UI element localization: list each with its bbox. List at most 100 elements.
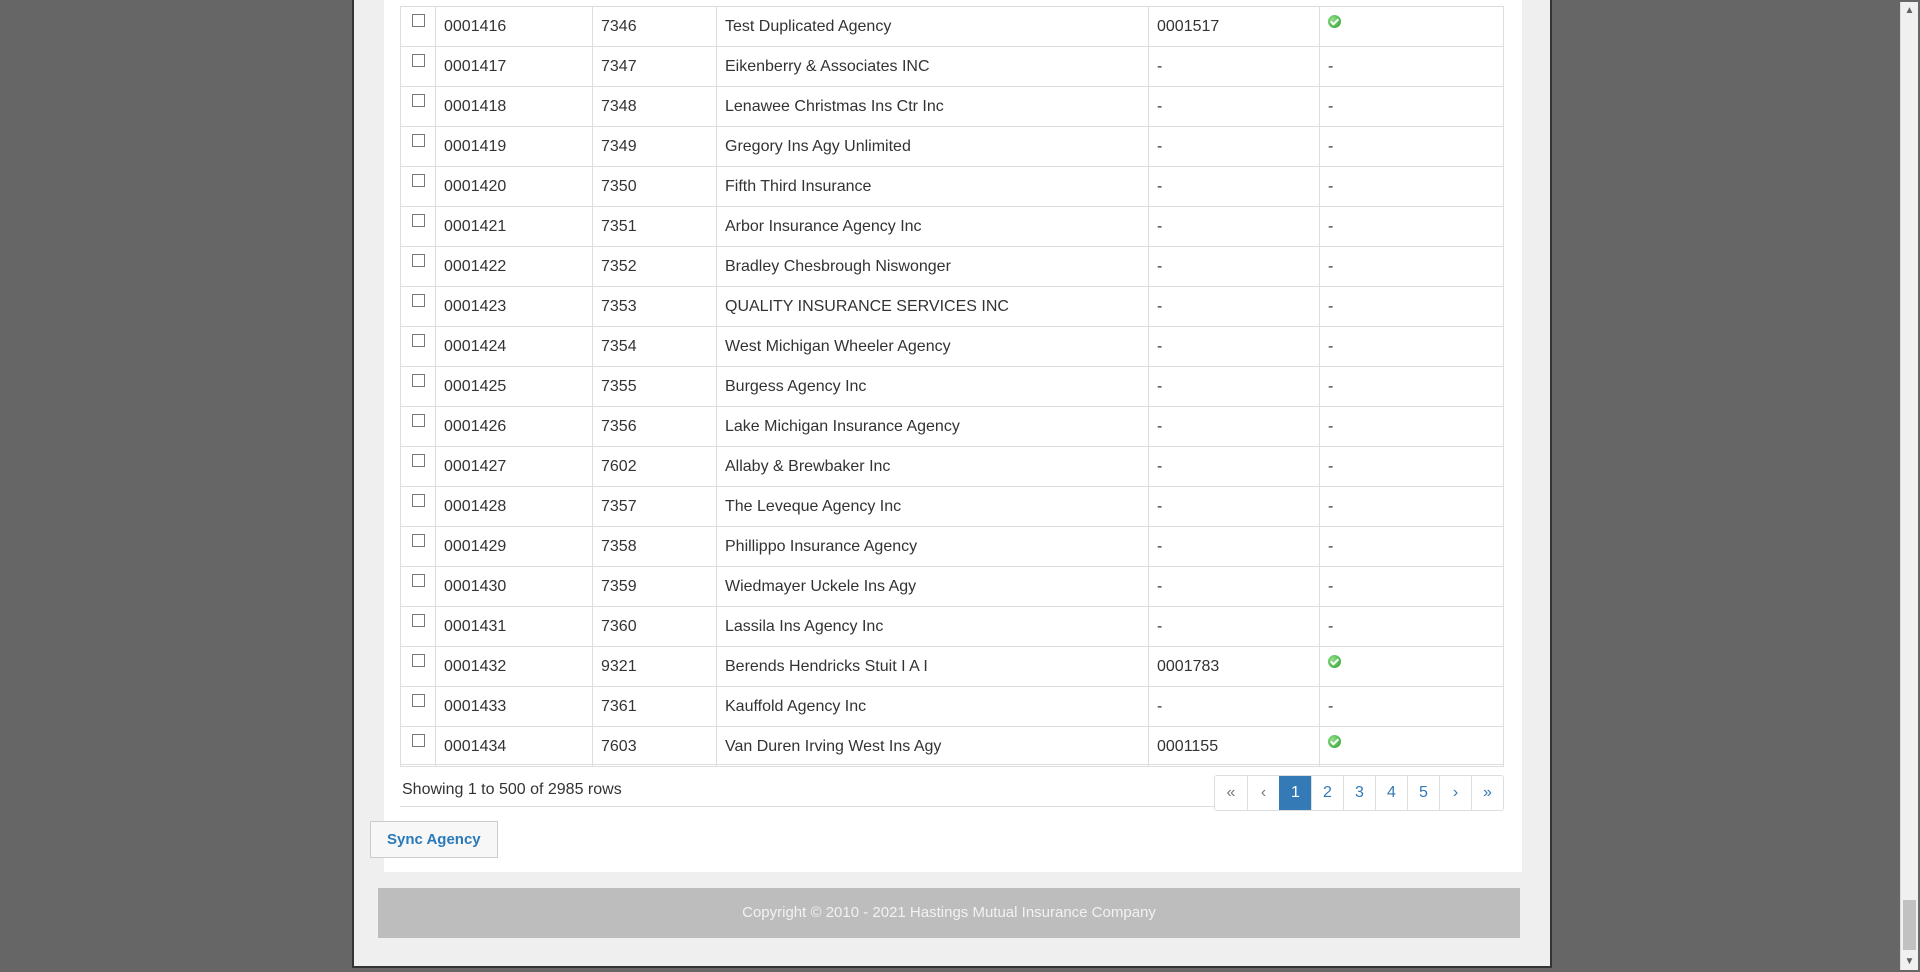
sync-status-text: - <box>1328 297 1334 315</box>
agency-code-cell: 7361 <box>592 686 717 727</box>
page-container: 0001416 7346 Test Duplicated Agency 0001517… <box>352 0 1552 968</box>
sync-status-cell <box>1319 726 1504 767</box>
external-id-cell: - <box>1148 446 1320 487</box>
page-button-5[interactable]: 5 <box>1407 776 1439 810</box>
page-next-button[interactable]: › <box>1439 776 1471 810</box>
row-checkbox[interactable] <box>411 133 425 147</box>
agency-id-cell: 0001433 <box>435 686 593 727</box>
check-circle-icon <box>1328 654 1341 668</box>
row-select-cell <box>400 326 436 367</box>
table-row: 0001425 7355 Burgess Agency Inc - - <box>400 366 1504 407</box>
vertical-scrollbar[interactable]: ▲ ▼ <box>1900 2 1918 970</box>
row-checkbox[interactable] <box>411 13 425 27</box>
row-checkbox[interactable] <box>411 173 425 187</box>
row-checkbox[interactable] <box>411 733 425 747</box>
page-button-2[interactable]: 2 <box>1311 776 1343 810</box>
scroll-down-arrow-icon[interactable]: ▼ <box>1901 953 1918 970</box>
agency-code-cell: 7359 <box>592 566 717 607</box>
agency-code-cell: 7349 <box>592 126 717 167</box>
scroll-up-arrow-icon[interactable]: ▲ <box>1901 2 1918 19</box>
agency-name-cell: Arbor Insurance Agency Inc <box>716 206 1149 247</box>
row-checkbox[interactable] <box>411 253 425 267</box>
agency-id-cell: 0001419 <box>435 126 593 167</box>
row-select-cell <box>400 6 436 47</box>
row-checkbox[interactable] <box>411 573 425 587</box>
agency-name-cell: Kauffold Agency Inc <box>716 686 1149 727</box>
agency-code-cell: 7360 <box>592 606 717 647</box>
agency-name-cell: Wiedmayer Uckele Ins Agy <box>716 566 1149 607</box>
sync-status-cell <box>1319 6 1504 47</box>
sync-status-text: - <box>1328 457 1334 475</box>
row-checkbox[interactable] <box>411 493 425 507</box>
page-last-button[interactable]: » <box>1471 776 1503 810</box>
row-checkbox[interactable] <box>411 53 425 67</box>
scrollbar-thumb[interactable] <box>1903 900 1916 950</box>
row-select-cell <box>400 406 436 447</box>
sync-status-cell: - <box>1319 446 1504 487</box>
agency-name-cell: Lenawee Christmas Ins Ctr Inc <box>716 86 1149 127</box>
row-checkbox[interactable] <box>411 693 425 707</box>
agency-id-cell: 0001429 <box>435 526 593 567</box>
sync-status-cell: - <box>1319 46 1504 87</box>
row-checkbox[interactable] <box>411 613 425 627</box>
external-id-cell: - <box>1148 246 1320 287</box>
row-checkbox[interactable] <box>411 453 425 467</box>
sync-status-text: - <box>1328 497 1334 515</box>
page-button-4[interactable]: 4 <box>1375 776 1407 810</box>
agency-id-cell: 0001431 <box>435 606 593 647</box>
page-prev-button[interactable]: ‹ <box>1247 776 1279 810</box>
agency-code-cell: 7352 <box>592 246 717 287</box>
sync-status-cell: - <box>1319 86 1504 127</box>
agency-name-cell: Fifth Third Insurance <box>716 166 1149 207</box>
sync-status-text: - <box>1328 577 1334 595</box>
row-select-cell <box>400 486 436 527</box>
sync-status-text: - <box>1328 57 1334 75</box>
agency-name-cell: The Leveque Agency Inc <box>716 486 1149 527</box>
external-id-cell: 0001517 <box>1148 6 1320 47</box>
row-checkbox[interactable] <box>411 93 425 107</box>
agency-code-cell: 9321 <box>592 646 717 687</box>
agency-code-cell: 7354 <box>592 326 717 367</box>
agency-id-cell: 0001416 <box>435 6 593 47</box>
row-select-cell <box>400 526 436 567</box>
sync-agency-button[interactable]: Sync Agency <box>370 821 498 858</box>
agency-code-cell: 7358 <box>592 526 717 567</box>
table-row: 0001422 7352 Bradley Chesbrough Niswonger -… <box>400 246 1504 287</box>
row-checkbox[interactable] <box>411 213 425 227</box>
row-select-cell <box>400 566 436 607</box>
row-select-cell <box>400 366 436 407</box>
row-checkbox[interactable] <box>411 653 425 667</box>
agency-id-cell: 0001421 <box>435 206 593 247</box>
main-content: 0001416 7346 Test Duplicated Agency 0001517… <box>384 0 1522 872</box>
sync-status-cell: - <box>1319 686 1504 727</box>
pagination-info: Showing 1 to 500 of 2985 rows <box>402 781 622 798</box>
agency-table-body: 0001416 7346 Test Duplicated Agency 0001517… <box>400 6 1504 767</box>
sync-status-cell: - <box>1319 166 1504 207</box>
row-checkbox[interactable] <box>411 373 425 387</box>
row-select-cell <box>400 726 436 767</box>
agency-name-cell: Phillippo Insurance Agency <box>716 526 1149 567</box>
row-select-cell <box>400 246 436 287</box>
page-first-button[interactable]: « <box>1215 776 1247 810</box>
row-select-cell <box>400 606 436 647</box>
row-select-cell <box>400 86 436 127</box>
external-id-cell: - <box>1148 326 1320 367</box>
external-id-cell: - <box>1148 206 1320 247</box>
external-id-cell: - <box>1148 406 1320 447</box>
row-checkbox[interactable] <box>411 533 425 547</box>
page-button-1[interactable]: 1 <box>1279 776 1311 810</box>
external-id-cell: 0001155 <box>1148 726 1320 767</box>
agency-name-cell: West Michigan Wheeler Agency <box>716 326 1149 367</box>
agency-code-cell: 7347 <box>592 46 717 87</box>
agency-name-cell: Eikenberry & Associates INC <box>716 46 1149 87</box>
row-checkbox[interactable] <box>411 333 425 347</box>
row-checkbox[interactable] <box>411 413 425 427</box>
external-id-cell: - <box>1148 166 1320 207</box>
row-checkbox[interactable] <box>411 293 425 307</box>
agency-code-cell: 7357 <box>592 486 717 527</box>
external-id-cell: - <box>1148 526 1320 567</box>
sync-status-cell: - <box>1319 366 1504 407</box>
agency-code-cell: 7351 <box>592 206 717 247</box>
sync-status-cell: - <box>1319 326 1504 367</box>
page-button-3[interactable]: 3 <box>1343 776 1375 810</box>
